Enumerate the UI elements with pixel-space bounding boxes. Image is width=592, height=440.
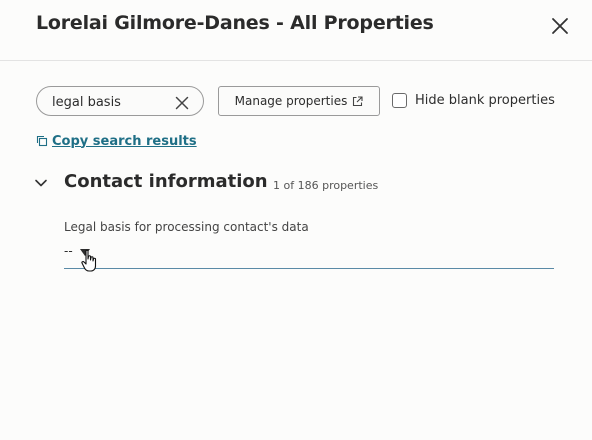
close-icon: [175, 96, 189, 110]
close-button[interactable]: [549, 15, 571, 37]
clear-search-button[interactable]: [175, 95, 189, 110]
search-field[interactable]: [36, 86, 204, 116]
external-link-icon: [353, 95, 363, 106]
section-property-count: 1 of 186 properties: [273, 179, 379, 192]
search-input[interactable]: [52, 93, 167, 111]
section-collapse-toggle[interactable]: [32, 174, 50, 192]
dialog-title: Lorelai Gilmore-Danes - All Properties: [36, 12, 434, 34]
dialog-header: Lorelai Gilmore-Danes - All Properties: [0, 0, 592, 61]
caret-down-icon: [80, 249, 90, 256]
section-title: Contact information: [64, 171, 268, 192]
legal-basis-select[interactable]: --: [64, 240, 554, 269]
field-label: Legal basis for processing contact's dat…: [64, 220, 309, 234]
manage-properties-label: Manage properties: [234, 94, 348, 108]
manage-properties-button[interactable]: Manage properties: [218, 86, 380, 116]
hide-blank-checkbox[interactable]: [392, 92, 407, 108]
hide-blank-toggle[interactable]: Hide blank properties: [392, 91, 555, 109]
hide-blank-label: Hide blank properties: [415, 92, 555, 108]
close-icon: [552, 18, 568, 34]
copy-search-results-label: Copy search results: [52, 133, 197, 149]
copy-search-results-link[interactable]: Copy search results: [36, 132, 197, 150]
select-value: --: [64, 244, 73, 258]
chevron-down-icon: [35, 179, 47, 187]
copy-icon: [36, 135, 48, 147]
